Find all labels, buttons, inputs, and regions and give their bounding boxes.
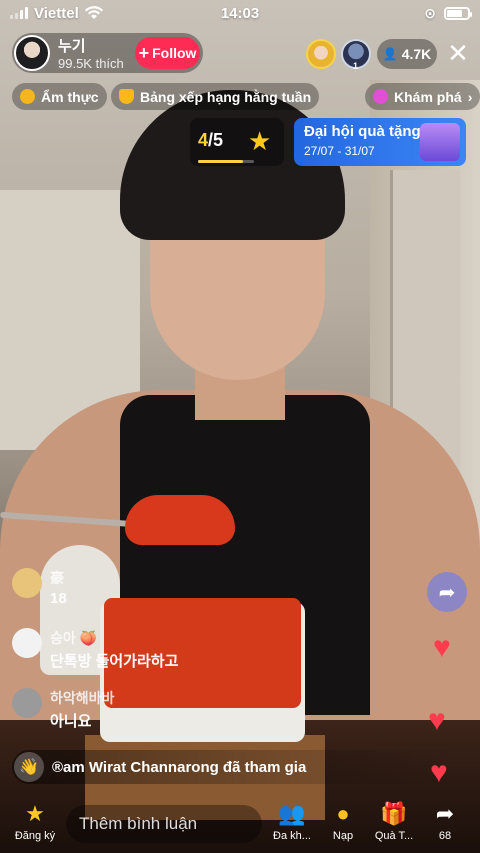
share-icon: ➦	[435, 801, 455, 826]
explore-icon	[373, 89, 388, 104]
gift-button[interactable]: 🎁 Quà T...	[370, 801, 418, 842]
gift-icon: 🎁	[380, 801, 408, 826]
follow-label: Follow	[152, 45, 197, 61]
tag-explore[interactable]: Khám phá ›	[365, 83, 480, 110]
top-viewer-avatar-2[interactable]: 1	[341, 39, 371, 71]
trophy-icon	[119, 89, 134, 104]
commenter-avatar[interactable]	[12, 568, 42, 598]
wifi-icon	[84, 6, 103, 20]
star-icon: ★	[248, 126, 272, 156]
subscribe-button[interactable]: ★ Đăng ký	[8, 801, 62, 842]
carrier-name: Viettel	[34, 4, 79, 22]
status-bar: Viettel 14:03 ⊙	[0, 0, 480, 26]
tag-weekly-ranking-label: Bảng xếp hạng hằng tuần	[140, 88, 312, 105]
rank-progress-bar	[198, 160, 254, 163]
multi-guest-label: Đa kh...	[273, 830, 311, 842]
bottom-bar: ★ Đăng ký Thêm bình luận 👥 Đa kh... ● Nạ…	[0, 795, 480, 853]
close-icon[interactable]: ✕	[444, 38, 472, 68]
recharge-label: Nạp	[332, 830, 354, 842]
commenter-avatar[interactable]	[12, 628, 42, 658]
comment-placeholder: Thêm bình luận	[79, 814, 198, 833]
comment-item[interactable]: 하악해바바 아니요	[12, 688, 114, 731]
host-likes: 99.5K thích	[58, 56, 124, 71]
multi-guest-button[interactable]: 👥 Đa kh...	[270, 801, 314, 842]
person-icon: 👤	[382, 47, 398, 61]
join-notice: 👋 ®am Wirat Channarong đã tham gia	[12, 750, 462, 784]
guests-icon: 👥	[278, 801, 306, 826]
tag-explore-label: Khám phá	[394, 88, 462, 105]
comment-text: 단톡방 들어가라하고	[50, 653, 179, 670]
castle-icon	[420, 123, 460, 161]
commenter-avatar[interactable]	[12, 688, 42, 718]
host-name: 누기	[58, 38, 86, 55]
follow-button[interactable]: + Follow	[135, 37, 200, 69]
share-arrow-icon[interactable]: ➦	[427, 572, 467, 612]
comment-text: 아니요	[50, 713, 92, 730]
tag-food-label: Ẩm thực	[41, 88, 99, 105]
top-viewer-avatar-1[interactable]	[306, 39, 336, 69]
join-notice-text: ®am Wirat Channarong đã tham gia	[52, 758, 307, 776]
heart-icon: ♥	[430, 756, 448, 789]
comment-text: 18	[50, 590, 67, 607]
host-card[interactable]: 누기 99.5K thích + Follow	[12, 33, 203, 73]
signal-icon	[10, 7, 28, 19]
subscribe-label: Đăng ký	[14, 830, 56, 842]
plus-icon: +	[138, 42, 150, 63]
heart-icon: ♥	[428, 704, 446, 737]
recharge-button[interactable]: ● Nạp	[324, 801, 362, 842]
clock: 14:03	[220, 4, 260, 22]
orientation-lock-icon: ⊙	[424, 4, 436, 21]
coin-icon: ●	[336, 801, 350, 826]
rank-widget[interactable]: 4/5 ★	[190, 118, 284, 166]
host-avatar[interactable]	[14, 35, 50, 71]
commenter-name: 승아 🍑	[50, 630, 98, 646]
share-button[interactable]: ➦ 68	[426, 801, 464, 842]
gift-label: Quà T...	[374, 830, 414, 842]
viewer-count: 4.7K	[401, 46, 432, 62]
star-icon: ★	[25, 801, 45, 826]
food-icon	[20, 89, 35, 104]
battery-icon	[444, 6, 472, 20]
tag-weekly-ranking[interactable]: Bảng xếp hạng hằng tuần	[111, 83, 320, 110]
tag-food[interactable]: Ẩm thực	[12, 83, 107, 110]
wave-icon: 👋	[14, 752, 44, 782]
viewer-count-button[interactable]: 👤 4.7K	[377, 39, 437, 69]
comment-input[interactable]: Thêm bình luận	[66, 805, 262, 843]
viewer-rank-badge: 1	[353, 61, 359, 71]
rank-progress: 4/5	[198, 130, 224, 150]
heart-icon: ♥	[433, 631, 451, 664]
commenter-name: 하악해바바	[50, 690, 115, 706]
comment-item[interactable]: 승아 🍑 단톡방 들어가라하고	[12, 628, 178, 671]
event-banner[interactable]: Đại hội quà tặng 27/07 - 31/07	[294, 118, 466, 166]
share-count: 68	[438, 830, 452, 842]
commenter-name: 豪	[50, 570, 64, 586]
chevron-right-icon: ›	[467, 88, 473, 105]
comment-item[interactable]: 豪 18	[12, 568, 67, 607]
